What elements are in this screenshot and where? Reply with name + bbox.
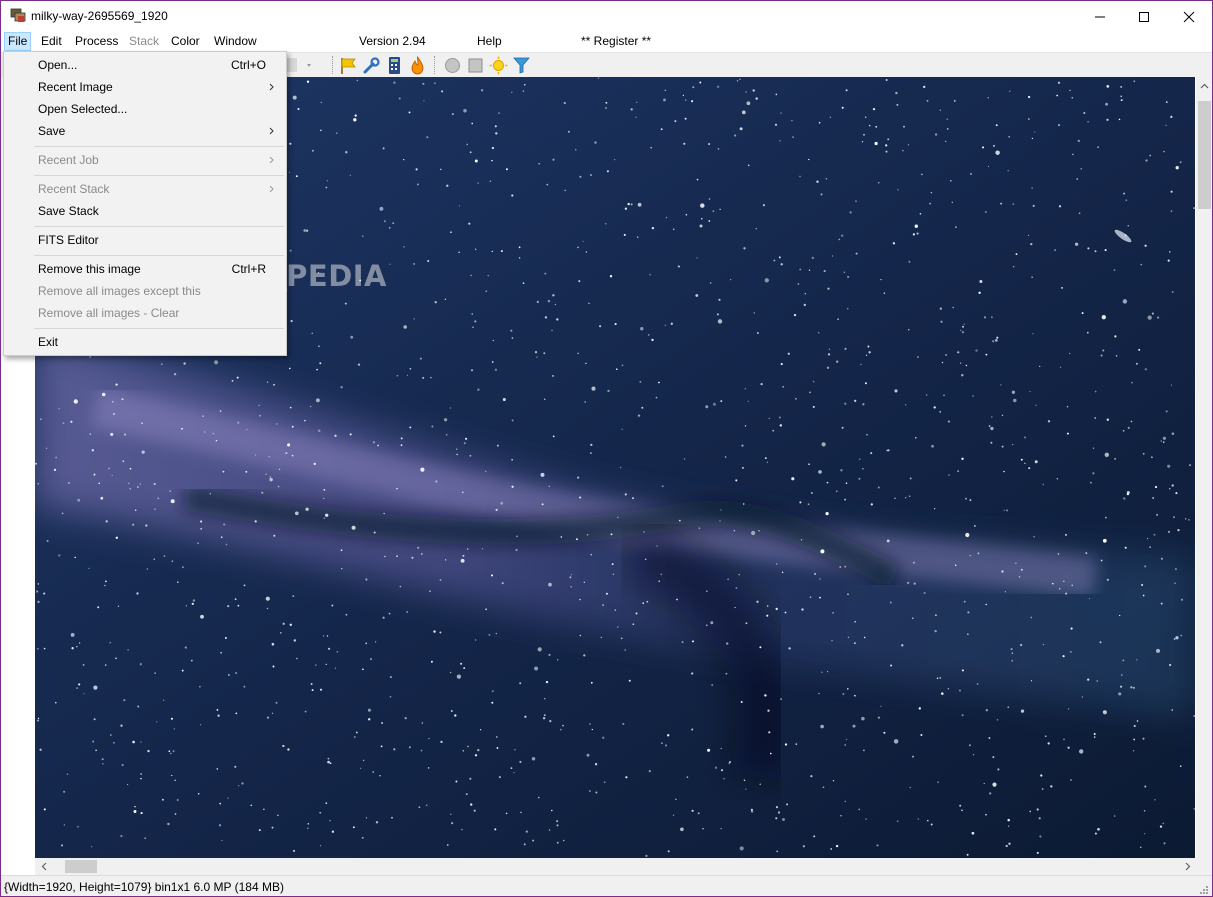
submenu-arrow-icon	[266, 149, 276, 171]
scrollbar-corner	[1196, 858, 1212, 875]
menu-bar: File Edit Process Stack Color Window Ver…	[1, 32, 1212, 51]
toolbar-separator	[332, 56, 334, 74]
scroll-left-arrow-icon[interactable]	[35, 858, 52, 875]
title-bar[interactable]: milky-way-2695569_1920	[1, 1, 1212, 32]
menu-version[interactable]: Version 2.94	[356, 32, 429, 51]
menu-item-open[interactable]: Open... Ctrl+O	[6, 54, 284, 76]
menu-file[interactable]: File	[4, 32, 32, 51]
menu-item-recent-stack[interactable]: Recent Stack	[6, 178, 284, 200]
menu-item-remove-this-image[interactable]: Remove this image Ctrl+R	[6, 258, 284, 280]
menu-process[interactable]: Process	[72, 32, 121, 51]
window-title: milky-way-2695569_1920	[31, 9, 168, 23]
minimize-button[interactable]	[1077, 1, 1123, 32]
vertical-scroll-thumb[interactable]	[1198, 101, 1211, 209]
menu-color[interactable]: Color	[168, 32, 203, 51]
vertical-scrollbar[interactable]	[1196, 77, 1212, 858]
menu-item-recent-job[interactable]: Recent Job	[6, 149, 284, 171]
calculator-icon[interactable]	[385, 56, 404, 75]
flag-icon[interactable]	[339, 56, 358, 75]
flame-icon[interactable]	[408, 55, 427, 75]
image-info-status: {Width=1920, Height=1079} bin1x1 6.0 MP …	[4, 880, 284, 894]
menu-edit[interactable]: Edit	[38, 32, 65, 51]
menu-help[interactable]: Help	[474, 32, 505, 51]
menu-separator	[34, 328, 284, 329]
submenu-arrow-icon	[266, 178, 276, 200]
menu-item-open-selected[interactable]: Open Selected...	[6, 98, 284, 120]
menu-item-fits-editor[interactable]: FITS Editor	[6, 229, 284, 251]
app-logo-icon	[10, 8, 27, 24]
app-window: milky-way-2695569_1920 File Edit Process…	[0, 0, 1213, 897]
menu-separator	[34, 226, 284, 227]
wrench-icon[interactable]	[362, 56, 381, 75]
menu-separator	[34, 175, 284, 176]
toolbar-separator	[434, 56, 436, 74]
status-bar: {Width=1920, Height=1079} bin1x1 6.0 MP …	[1, 875, 1212, 896]
maximize-button[interactable]	[1121, 1, 1167, 32]
menu-item-save-stack[interactable]: Save Stack	[6, 200, 284, 222]
menu-window[interactable]: Window	[211, 32, 260, 51]
close-button[interactable]	[1166, 1, 1212, 32]
resize-grip-icon[interactable]	[1197, 883, 1209, 895]
menu-item-remove-all-except[interactable]: Remove all images except this	[6, 280, 284, 302]
menu-stack[interactable]: Stack	[126, 32, 162, 51]
submenu-arrow-icon	[266, 120, 276, 142]
menu-item-exit[interactable]: Exit	[6, 331, 284, 353]
menu-register[interactable]: ** Register **	[578, 32, 654, 51]
filter-icon[interactable]	[512, 56, 531, 75]
menu-separator	[34, 146, 284, 147]
toolbar-dropdown[interactable]	[285, 56, 311, 75]
menu-item-save[interactable]: Save	[6, 120, 284, 142]
submenu-arrow-icon	[266, 76, 276, 98]
menu-item-recent-image[interactable]: Recent Image	[6, 76, 284, 98]
square-icon[interactable]	[466, 56, 485, 75]
scroll-up-arrow-icon[interactable]	[1196, 77, 1212, 94]
horizontal-scrollbar[interactable]	[35, 858, 1196, 875]
scroll-right-arrow-icon[interactable]	[1179, 858, 1196, 875]
file-menu-dropdown: Open... Ctrl+O Recent Image Open Selecte…	[3, 51, 287, 356]
horizontal-scroll-thumb[interactable]	[65, 860, 97, 873]
circle-icon[interactable]	[443, 56, 462, 75]
menu-item-remove-all-clear[interactable]: Remove all images - Clear	[6, 302, 284, 324]
sun-icon[interactable]	[489, 56, 508, 75]
menu-separator	[34, 255, 284, 256]
